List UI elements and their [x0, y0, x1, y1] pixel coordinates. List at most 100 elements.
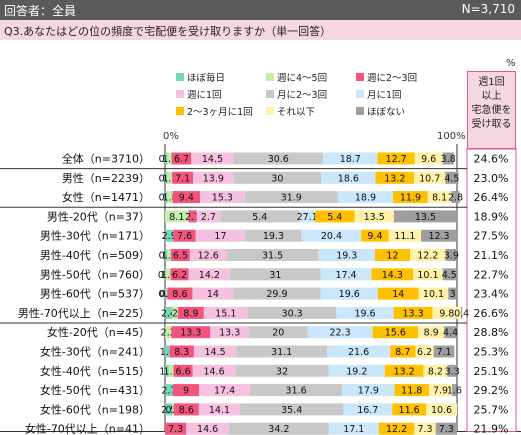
legend-swatch	[356, 107, 364, 115]
data-label: 20	[272, 328, 284, 339]
data-label: 7.3	[417, 424, 432, 435]
data-label: 19.3	[336, 251, 357, 262]
data-label: 3.9	[444, 251, 459, 262]
data-label: 2	[172, 308, 178, 319]
weekly-or-more-value: 26.4%	[474, 191, 509, 204]
data-label: 8.6	[172, 289, 187, 300]
percent-unit: %	[506, 58, 516, 69]
legend-label: 週に4～5回	[277, 72, 327, 84]
data-label: 34.2	[268, 424, 289, 435]
data-label: 9.4	[179, 193, 194, 204]
legend-label: それ以下	[277, 107, 315, 118]
data-label: 16.7	[357, 405, 378, 416]
weekly-or-more-value: 18.9%	[474, 210, 509, 223]
weekly-or-more-header: 週1回 以上 宅急便を 受け取る	[467, 71, 516, 149]
weekly-or-more-value: 22.7%	[474, 268, 509, 281]
data-label: 13.2	[394, 366, 415, 377]
data-label: 4.5	[444, 173, 459, 184]
data-label: 2.8	[448, 193, 463, 204]
weekly-or-more-value: 25.1%	[474, 365, 509, 378]
data-label: 14	[392, 289, 404, 300]
legend-swatch	[356, 73, 364, 81]
row-label: 女性-60代（n=198）	[40, 402, 150, 416]
data-label: 5.4	[327, 212, 342, 223]
data-label: 3	[450, 289, 456, 300]
data-label: 17.9	[358, 386, 379, 397]
row-label: 女性-40代（n=515）	[40, 364, 150, 378]
weekly-or-more-value: 21.9%	[474, 423, 509, 435]
data-label: 9.4	[367, 231, 382, 242]
data-label: 8.6	[179, 405, 194, 416]
data-label: 12.6	[198, 251, 219, 262]
data-label: 12.2	[386, 424, 407, 435]
legend-swatch	[356, 90, 364, 98]
data-label: 14.5	[204, 347, 225, 358]
data-label: 6.6	[176, 366, 191, 377]
data-label: 21.6	[348, 347, 369, 358]
axis-min-label: 0%	[163, 131, 179, 142]
row-label: 男性-30代（n=171）	[40, 229, 150, 243]
data-label: 8.2	[428, 366, 443, 377]
data-label: 17	[214, 231, 226, 242]
data-label: 0.4	[454, 308, 469, 319]
data-label: 19.6	[339, 289, 360, 300]
data-label: 7.1	[175, 173, 190, 184]
data-label: 14.3	[382, 270, 403, 281]
data-label: 8.9	[183, 308, 198, 319]
weekly-or-more-value: 26.6%	[474, 307, 509, 320]
data-label: 13.2	[384, 173, 405, 184]
data-label: 10.1	[417, 270, 438, 281]
data-label: 11.8	[401, 386, 422, 397]
data-label: 31.1	[271, 347, 292, 358]
data-label: 10.1	[423, 289, 444, 300]
data-label: 17.4	[214, 386, 235, 397]
weekly-or-more-value: 25.7%	[474, 403, 509, 416]
weekly-or-more-value: 29.2%	[474, 384, 509, 397]
legend-swatch	[266, 73, 274, 81]
data-label: 15.1	[215, 308, 236, 319]
data-label: 18.6	[338, 173, 359, 184]
data-label: 12.3	[428, 231, 449, 242]
data-label: 13.3	[219, 328, 240, 339]
data-label: 7.6	[177, 231, 192, 242]
row-label: 男性-40代（n=509）	[40, 248, 150, 262]
data-label: 15.3	[212, 193, 233, 204]
weekly-or-more-value: 23.4%	[474, 288, 509, 301]
data-label: 8.9	[424, 328, 439, 339]
data-label: 20.4	[321, 231, 342, 242]
data-label: 6.2	[417, 347, 432, 358]
row-label: 女性-30代（n=241）	[40, 345, 150, 359]
row-label: 男性（n=2239）	[62, 171, 150, 185]
data-label: 18.9	[355, 193, 376, 204]
data-label: 15.6	[385, 328, 406, 339]
legend-label: 週に1回	[187, 89, 222, 101]
data-label: 14.1	[209, 405, 230, 416]
data-label: 29.9	[266, 289, 287, 300]
data-label: 9.8	[439, 308, 454, 319]
data-label: 17.1	[343, 424, 364, 435]
data-label: 14.6	[203, 366, 224, 377]
data-label: 3.3	[445, 366, 460, 377]
data-label: 9.6	[421, 154, 436, 165]
data-label: 11.9	[400, 193, 421, 204]
data-label: 1.6	[447, 386, 462, 397]
data-label: 13.3	[402, 308, 423, 319]
row-label: 男性-70代以上（n=225）	[18, 306, 150, 320]
data-label: 18.7	[340, 154, 361, 165]
data-label: 5.4	[252, 212, 267, 223]
data-label: 12	[386, 251, 398, 262]
data-label: 10.6	[431, 405, 452, 416]
data-label: 12.2	[417, 251, 438, 262]
data-label: 14.5	[202, 154, 223, 165]
legend-swatch	[266, 90, 274, 98]
legend-swatch	[176, 73, 184, 81]
legend-label: 2～3ヶ月に1回	[187, 107, 253, 118]
data-label: 3.8	[441, 154, 456, 165]
axis-max-label: 100%	[437, 131, 466, 142]
data-label: 10.7	[419, 173, 440, 184]
data-label: 2.7	[201, 212, 216, 223]
data-label: 7.9	[433, 386, 448, 397]
data-label: 6.5	[173, 251, 188, 262]
weekly-or-more-value: 21.1%	[474, 249, 509, 262]
weekly-or-more-value: 24.6%	[474, 153, 509, 166]
